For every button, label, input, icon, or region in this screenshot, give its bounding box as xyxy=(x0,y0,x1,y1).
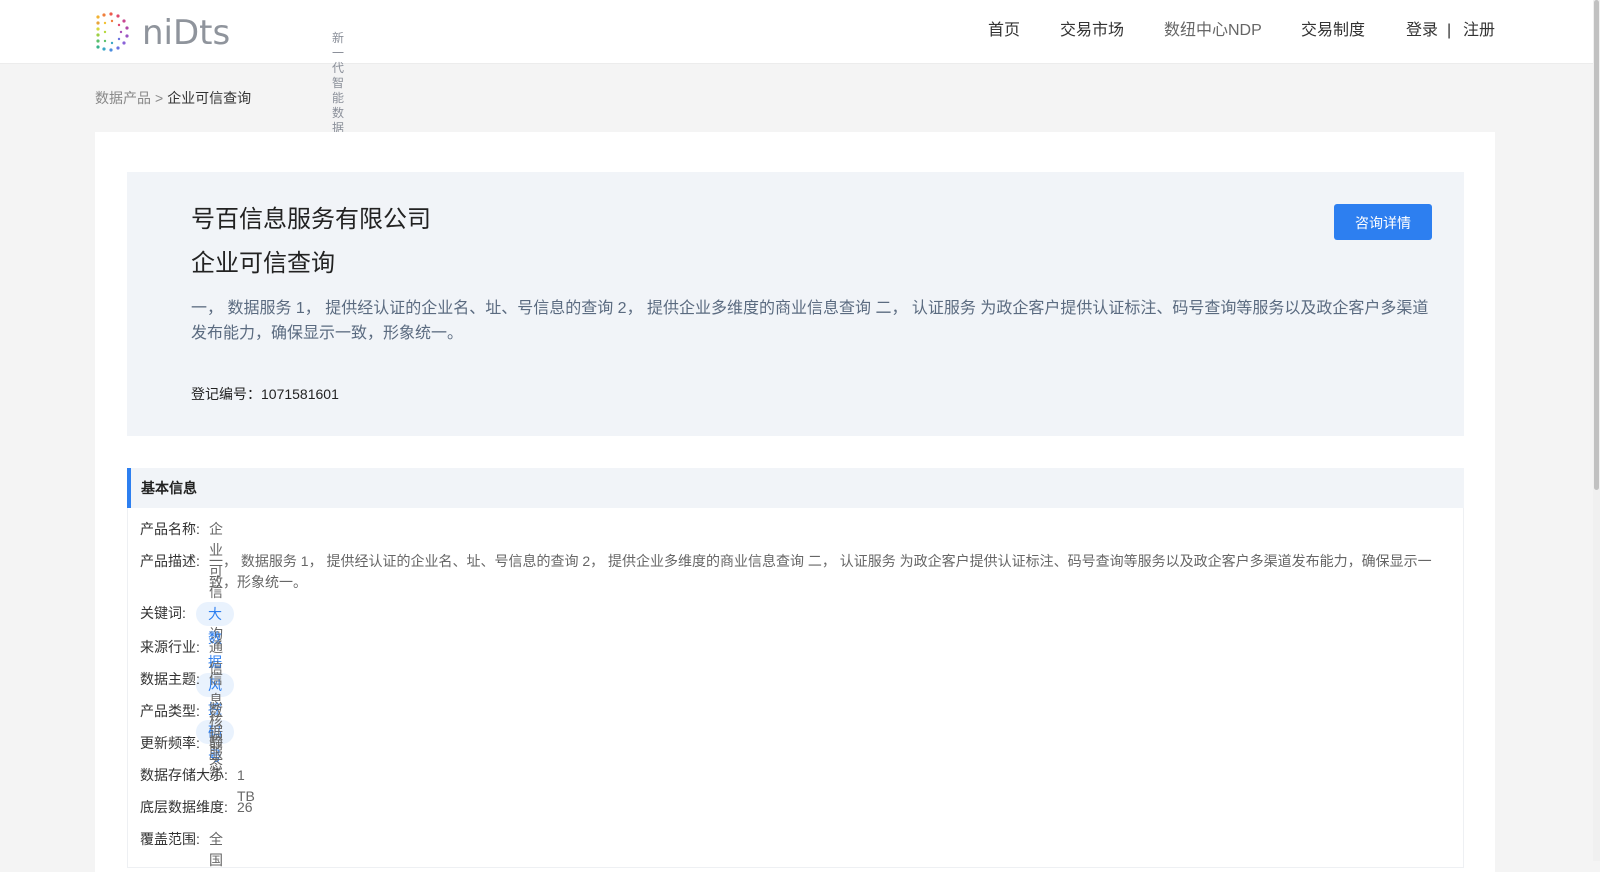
info-label: 数据主题: xyxy=(140,671,200,687)
product-summary: 一， 数据服务 1， 提供经认证的企业名、址、号信息的查询 2， 提供企业多维度… xyxy=(191,300,1429,342)
info-value: 26 xyxy=(237,799,253,815)
info-label: 底层数据维度: xyxy=(140,799,228,815)
info-label: 来源行业: xyxy=(140,639,200,655)
company-name: 号百信息服务有限公司 xyxy=(191,206,431,233)
nav-market[interactable]: 交易市场 xyxy=(1060,20,1124,42)
page-scrollbar[interactable] xyxy=(1593,0,1600,861)
info-value: 全国 xyxy=(209,831,223,868)
basic-info-panel: 产品名称: 企业可信查询 产品描述: 一， 数据服务 1， 提供经认证的企业名、… xyxy=(127,508,1464,868)
nav-register[interactable]: 注册 xyxy=(1463,20,1495,42)
logo-wordmark: niDts xyxy=(142,13,230,53)
consult-details-button[interactable]: 咨询详情 xyxy=(1334,204,1432,240)
logo-tagline-line1: 新一代 xyxy=(332,31,345,75)
info-label: 产品类型: xyxy=(140,703,200,719)
breadcrumb-current: 企业可信查询 xyxy=(167,90,252,106)
site-logo[interactable]: niDts 新一代 智能数据交易系统 xyxy=(94,11,344,195)
logo-dots xyxy=(96,12,129,52)
breadcrumb-separator: > xyxy=(155,90,164,106)
breadcrumb-data-products[interactable]: 数据产品 xyxy=(95,90,151,106)
info-label: 关键词: xyxy=(140,605,186,621)
top-header: niDts 新一代 智能数据交易系统 首页 交易市场 数纽中心NDP 交易制度 … xyxy=(0,0,1593,195)
nav-rules[interactable]: 交易制度 xyxy=(1301,20,1365,42)
info-label: 数据存储大小: xyxy=(140,767,228,783)
info-label: 产品名称: xyxy=(140,521,200,537)
breadcrumb: 数据产品 > 企业可信查询 xyxy=(95,89,251,107)
keyword-tag[interactable]: 大数据 xyxy=(196,602,234,670)
info-label: 覆盖范围: xyxy=(140,831,200,847)
info-label: 产品描述: xyxy=(140,553,200,569)
basic-info-header: 基本信息 xyxy=(127,468,1464,508)
info-value: 一， 数据服务 1， 提供经认证的企业名、址、号信息的查询 2， 提供企业多维度… xyxy=(209,553,1432,590)
info-label: 更新频率: xyxy=(140,735,200,751)
basic-info-title: 基本信息 xyxy=(141,480,197,496)
nav-ndp[interactable]: 数纽中心NDP xyxy=(1164,20,1262,42)
nav-login[interactable]: 登录 xyxy=(1406,20,1438,42)
product-title: 企业可信查询 xyxy=(191,250,335,277)
logo-graphic: niDts xyxy=(96,12,230,53)
nav-separator: | xyxy=(1447,22,1452,39)
scrollbar-thumb[interactable] xyxy=(1594,0,1599,490)
registration-number: 登记编号：1071581601 xyxy=(191,386,339,402)
nav-home[interactable]: 首页 xyxy=(988,20,1020,42)
product-hero: 号百信息服务有限公司 企业可信查询 一， 数据服务 1， 提供经认证的企业名、址… xyxy=(127,172,1464,436)
